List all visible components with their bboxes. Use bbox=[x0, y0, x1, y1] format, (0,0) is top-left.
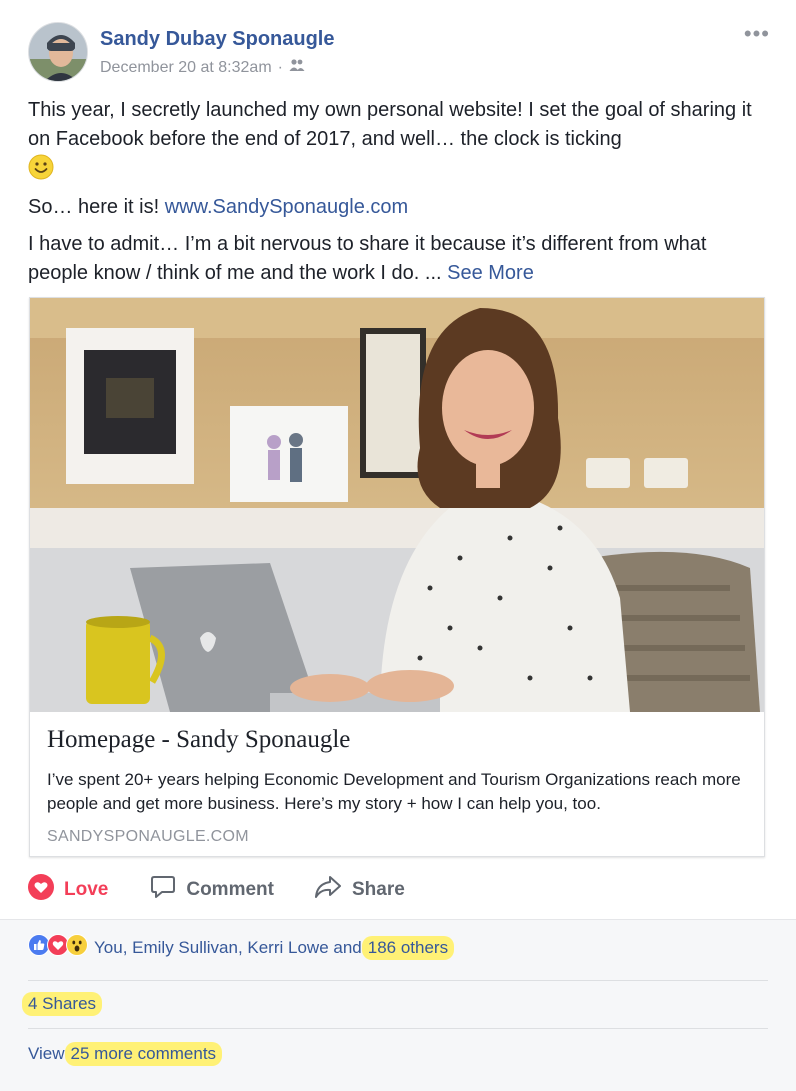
timestamp[interactable]: December 20 at 8:32am bbox=[100, 59, 272, 77]
view-comments-prefix[interactable]: View bbox=[28, 1044, 65, 1064]
comments-row: View 25 more comments bbox=[28, 1042, 223, 1066]
reaction-others-link[interactable]: 186 others bbox=[361, 935, 455, 960]
post-paragraph: I have to admit… I’m a bit nervous to sh… bbox=[28, 233, 707, 284]
link-preview-title[interactable]: Homepage - Sandy Sponaugle bbox=[47, 726, 350, 754]
love-icon bbox=[28, 874, 54, 906]
post-paragraph: So… here it is! www.SandySponaugle.com bbox=[28, 196, 409, 218]
author-name[interactable]: Sandy Dubay Sponaugle bbox=[100, 28, 334, 51]
post-actions: Love Comment Share bbox=[28, 872, 445, 908]
shares-row: 4 Shares bbox=[22, 992, 103, 1016]
comment-icon bbox=[150, 874, 176, 906]
link-preview-domain: SANDYSPONAUGLE.COM bbox=[47, 828, 249, 845]
share-label: Share bbox=[351, 879, 405, 900]
link-preview-card[interactable]: Homepage - Sandy Sponaugle I’ve spent 20… bbox=[29, 297, 765, 857]
post-text: This year, I secretly launched my own pe… bbox=[28, 96, 768, 296]
see-more-link[interactable]: See More bbox=[447, 262, 534, 284]
share-icon bbox=[314, 874, 342, 906]
comment-button[interactable]: Comment bbox=[150, 874, 274, 906]
post-footer: You, Emily Sullivan, Kerri Lowe and 186 … bbox=[0, 919, 796, 1091]
view-more-comments-link[interactable]: 25 more comments bbox=[64, 1042, 223, 1066]
love-label: Love bbox=[64, 879, 109, 900]
wow-reaction-icon bbox=[66, 934, 88, 961]
footer-divider bbox=[28, 980, 768, 981]
facebook-post: Sandy Dubay Sponaugle December 20 at 8:3… bbox=[0, 0, 796, 1091]
footer-divider bbox=[28, 1028, 768, 1029]
avatar[interactable] bbox=[28, 22, 88, 82]
smile-emoji-icon bbox=[28, 154, 54, 180]
shares-link[interactable]: 4 Shares bbox=[22, 992, 103, 1016]
link-preview-description: I’ve spent 20+ years helping Economic De… bbox=[47, 770, 741, 813]
more-options-button[interactable]: ••• bbox=[744, 23, 770, 45]
love-button[interactable]: Love bbox=[28, 874, 108, 906]
friends-icon[interactable] bbox=[289, 58, 305, 77]
meta-separator: · bbox=[277, 58, 283, 76]
reaction-names: You, Emily Sullivan, Kerri Lowe and bbox=[94, 937, 362, 957]
post-meta: December 20 at 8:32am · bbox=[100, 58, 305, 77]
comment-label: Comment bbox=[186, 879, 274, 900]
post-paragraph: This year, I secretly launched my own pe… bbox=[28, 96, 768, 185]
reaction-icons bbox=[28, 934, 88, 961]
link-preview-image[interactable] bbox=[30, 298, 764, 712]
reactions-row[interactable]: You, Emily Sullivan, Kerri Lowe and 186 … bbox=[28, 934, 455, 961]
share-button[interactable]: Share bbox=[314, 874, 405, 906]
website-link[interactable]: www.SandySponaugle.com bbox=[165, 196, 408, 218]
